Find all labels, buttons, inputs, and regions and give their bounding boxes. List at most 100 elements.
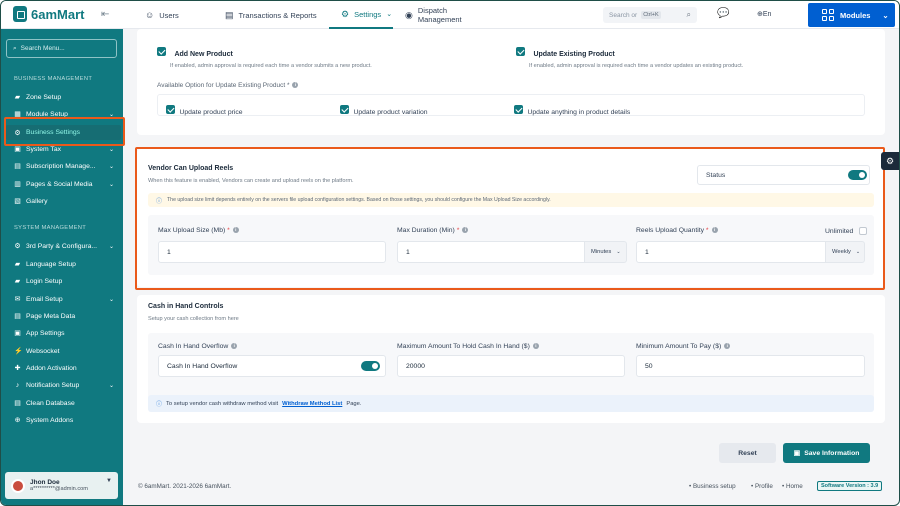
highlight-reels-section: [135, 147, 885, 290]
withdraw-info-bar: ⓘ To setup vendor cash withdraw method v…: [148, 395, 874, 412]
option-variation[interactable]: Update product variation: [340, 101, 428, 119]
footer-link-home[interactable]: • Home: [782, 483, 803, 490]
sidebar-item-pages-social[interactable]: ▥ Pages & Social Media ⌄: [14, 180, 114, 189]
chevron-down-icon: ⌄: [108, 383, 114, 389]
avatar: [11, 478, 25, 493]
user-icon: ☺: [145, 10, 155, 20]
chevron-down-icon: ⌄: [108, 243, 114, 250]
sidebar-item-subscription[interactable]: ▤ Subscription Manage... ⌄: [14, 162, 114, 171]
save-information-button[interactable]: ▣ Save Information: [783, 443, 870, 463]
chevron-down-icon: ⌄: [882, 10, 889, 20]
cash-title: Cash in Hand Controls: [148, 303, 224, 310]
chevron-down-icon: ⌄: [108, 163, 114, 170]
addons-icon: ⊕: [14, 417, 21, 424]
reset-button[interactable]: Reset: [719, 443, 776, 463]
nav-users[interactable]: ☺ Users: [133, 1, 213, 29]
user-profile[interactable]: Jhon Doe a**********@admin.com ▼: [5, 472, 118, 499]
cash-overflow-toggle[interactable]: [361, 361, 380, 371]
update-product-title: Update Existing Product: [533, 51, 615, 58]
report-icon: ▤: [225, 9, 234, 20]
collapse-sidebar-icon[interactable]: ⇤: [101, 9, 109, 20]
sidebar: ⌕ Search Menu... BUSINESS MANAGEMENT ▰ Zo…: [1, 29, 123, 505]
sidebar-item-label: System Tax: [26, 145, 62, 153]
option-anything[interactable]: Update anything in product details: [514, 101, 630, 119]
anything-checkbox[interactable]: [514, 105, 523, 115]
sidebar-item-addon-activation[interactable]: ✚ Addon Activation: [14, 364, 114, 373]
footer-link-profile[interactable]: • Profile: [751, 483, 773, 490]
sidebar-item-app-settings[interactable]: ▣ App Settings: [14, 329, 114, 338]
variation-checkbox[interactable]: [340, 105, 349, 115]
update-product-desc: If enabled, admin approval is required e…: [529, 63, 744, 69]
menu-search-placeholder: Search Menu...: [20, 45, 65, 52]
sidebar-item-label: Pages & Social Media: [26, 180, 93, 188]
modules-button[interactable]: Modules ⌄: [808, 3, 895, 27]
update-options-box: Update product price Update product vari…: [157, 94, 865, 116]
add-product-title: Add New Product: [174, 51, 233, 58]
add-new-product-option: Add New Product If enabled, admin approv…: [157, 43, 372, 69]
menu-search-input[interactable]: ⌕ Search Menu...: [6, 39, 117, 58]
update-product-checkbox[interactable]: [516, 47, 525, 57]
footer-link-label: Business setup: [692, 483, 736, 490]
option-variation-label: Update product variation: [353, 109, 428, 116]
nav-dispatch[interactable]: ◉ Dispatch Management: [393, 1, 503, 29]
page-icon: ▤: [14, 313, 21, 320]
info-icon: i: [231, 343, 238, 350]
sidebar-item-zone-setup[interactable]: ▰ Zone Setup: [14, 93, 114, 102]
max-cash-label: Maximum Amount To Hold Cash In Hand ($) i: [397, 343, 539, 350]
header-search[interactable]: Search or Ctrl+K ⌕: [603, 7, 697, 23]
plug-icon: ⚙: [14, 243, 21, 250]
highlight-business-settings: [4, 117, 125, 146]
option-anything-label: Update anything in product details: [527, 109, 631, 116]
max-cash-input[interactable]: 20000: [397, 355, 625, 377]
sidebar-item-system-tax[interactable]: ▣ System Tax ⌄: [14, 145, 114, 154]
add-product-checkbox[interactable]: [157, 47, 166, 57]
sidebar-item-notification[interactable]: ♪ Notification Setup ⌄: [14, 382, 114, 389]
sidebar-item-gallery[interactable]: ▧ Gallery: [14, 197, 114, 206]
nav-users-label: Users: [159, 10, 179, 20]
overflow-toggle-label: Cash In Hand Overflow: [167, 362, 238, 370]
sidebar-item-label: Gallery: [26, 197, 48, 205]
sidebar-item-system-addons[interactable]: ⊕ System Addons: [14, 416, 114, 425]
max-cash-label-text: Maximum Amount To Hold Cash In Hand ($): [397, 343, 530, 350]
sidebar-item-websocket[interactable]: ⚡ Websocket: [14, 347, 114, 356]
sidebar-item-label: Subscription Manage...: [26, 162, 96, 170]
sidebar-item-email[interactable]: ✉ Email Setup ⌄: [14, 295, 114, 304]
language-selector[interactable]: ⊕En: [757, 10, 771, 18]
save-button-label: Save Information: [804, 449, 860, 457]
info-icon: i: [724, 343, 731, 350]
login-icon: ▰: [14, 278, 21, 285]
subscription-icon: ▤: [14, 163, 21, 170]
sidebar-item-page-meta[interactable]: ▤ Page Meta Data: [14, 312, 114, 321]
footer-link-business-setup[interactable]: • Business setup: [689, 483, 736, 490]
search-icon: ⌕: [686, 10, 691, 19]
sidebar-item-language[interactable]: ▰ Language Setup: [14, 260, 114, 269]
bell-icon: ♪: [15, 382, 20, 389]
gear-icon: ⚙: [341, 8, 350, 19]
min-pay-label-text: Minimum Amount To Pay ($): [636, 343, 722, 350]
sidebar-item-third-party[interactable]: ⚙ 3rd Party & Configura... ⌄: [14, 242, 114, 251]
websocket-icon: ⚡: [14, 348, 23, 355]
chat-icon[interactable]: 💬: [717, 8, 729, 19]
info-icon: ⓘ: [156, 402, 163, 408]
nav-transactions[interactable]: ▤ Transactions & Reports: [213, 1, 329, 29]
sidebar-item-login[interactable]: ▰ Login Setup: [14, 277, 114, 286]
language-label: En: [762, 11, 772, 18]
product-approval-card: Add New Product If enabled, admin approv…: [137, 29, 885, 135]
logo-text: 6amMart: [31, 6, 85, 22]
withdraw-method-link[interactable]: Withdraw Method List: [282, 401, 342, 407]
min-pay-input[interactable]: 50: [636, 355, 865, 377]
price-checkbox[interactable]: [166, 105, 175, 115]
nav-settings[interactable]: ⚙ Settings ⌄: [329, 1, 393, 29]
modules-label: Modules: [840, 10, 871, 20]
option-price[interactable]: Update product price: [166, 101, 243, 119]
footer-link-label: Home: [785, 483, 803, 490]
language-icon: ▰: [14, 261, 21, 268]
logo[interactable]: 6amMart: [13, 6, 84, 22]
settings-float-gear-icon[interactable]: ⚙: [881, 152, 899, 170]
update-existing-product-option: Update Existing Product If enabled, admi…: [516, 43, 743, 69]
pages-icon: ▥: [14, 181, 21, 188]
available-options-label: Available Option for Update Existing Pro…: [157, 82, 299, 89]
sidebar-item-clean-database[interactable]: ▤ Clean Database: [14, 399, 114, 408]
chevron-down-icon: ⌄: [108, 181, 114, 188]
nav-transactions-label: Transactions & Reports: [238, 10, 317, 20]
